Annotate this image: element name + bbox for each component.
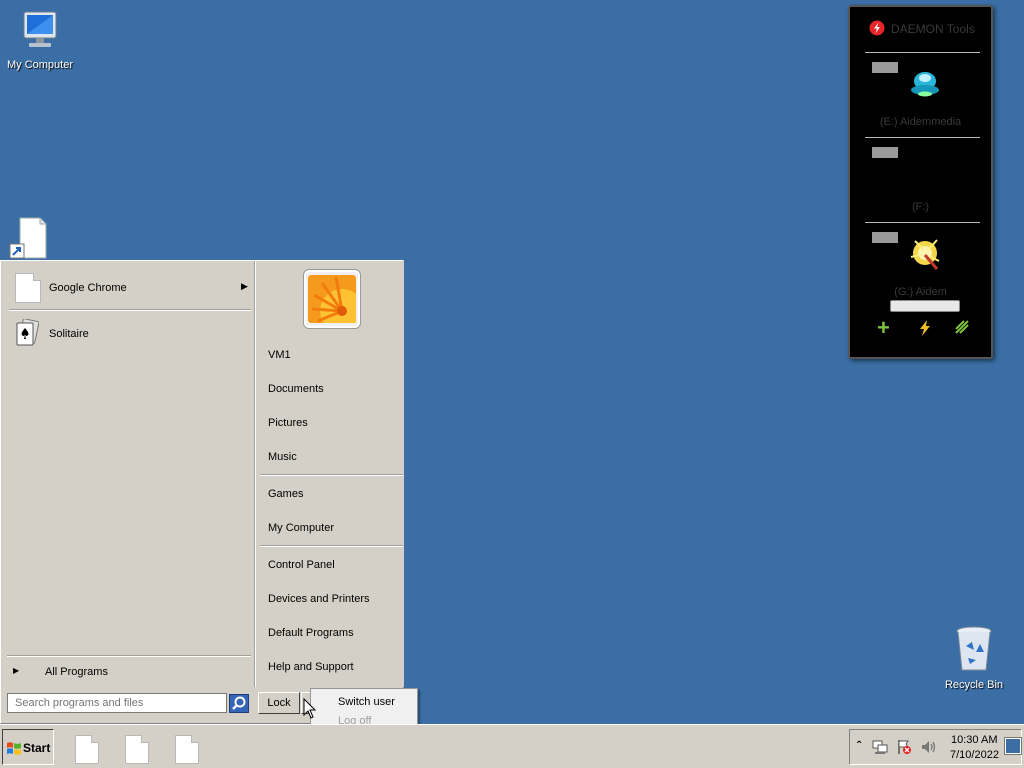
start-label: Start — [23, 741, 51, 755]
chevron-right-icon: ▶ — [13, 666, 20, 675]
quick-mount-icon[interactable] — [918, 319, 932, 337]
my-computer-label: My Computer — [6, 59, 74, 71]
unmount-all-icon[interactable] — [954, 319, 970, 335]
program-label: Solitaire — [49, 328, 89, 340]
mouse-cursor-icon — [303, 698, 317, 719]
lock-button[interactable]: Lock — [258, 692, 300, 714]
place-item-devices-and-printers[interactable]: Devices and Printers — [268, 593, 370, 605]
place-item-default-programs[interactable]: Default Programs — [268, 627, 354, 639]
start-menu-programs-pane: Google Chrome ▶ Solitaire — [3, 263, 253, 687]
drive-f-label: (F:) — [911, 201, 930, 213]
taskbar: Start ⌃ 10:30 AM 7/10/2022 — [0, 724, 1024, 768]
gadget-divider — [865, 137, 980, 138]
flower-avatar-icon — [308, 275, 356, 323]
desktop-icon-shortcut-file[interactable] — [0, 216, 60, 263]
drive-g-badge — [872, 232, 898, 243]
drive-f-badge — [872, 147, 898, 158]
add-drive-icon[interactable]: + — [877, 317, 890, 339]
search-input[interactable] — [7, 693, 227, 713]
start-button[interactable]: Start — [2, 729, 54, 765]
taskbar-file-icon[interactable] — [125, 735, 149, 764]
place-item-documents[interactable]: Documents — [268, 383, 324, 395]
search-icon — [232, 696, 246, 710]
show-desktop-button[interactable] — [1004, 737, 1022, 755]
file-shortcut-icon — [9, 217, 47, 259]
place-item-vm1[interactable]: VM1 — [268, 349, 291, 361]
place-item-control-panel[interactable]: Control Panel — [268, 559, 335, 571]
clock-date[interactable]: 7/10/2022 — [950, 749, 999, 761]
burning-disc-icon[interactable] — [907, 235, 943, 273]
gadget-divider — [865, 52, 980, 53]
all-programs-button[interactable]: ▶ All Programs — [9, 661, 249, 681]
drive-e-label: (E:) Aidemmedia — [879, 116, 962, 128]
place-item-help-and-support[interactable]: Help and Support — [268, 661, 354, 673]
disc-drive-icon[interactable] — [908, 67, 942, 101]
drive-e-badge — [872, 62, 898, 73]
places-divider — [260, 545, 403, 547]
cards-icon — [16, 319, 39, 346]
taskbar-file-icon[interactable] — [175, 735, 199, 764]
computer-icon — [23, 11, 57, 47]
all-programs-divider — [7, 655, 251, 657]
place-item-pictures[interactable]: Pictures — [268, 417, 308, 429]
file-icon — [15, 273, 41, 303]
program-label: Google Chrome — [49, 282, 127, 294]
taskbar-file-icon[interactable] — [75, 735, 99, 764]
system-tray: ⌃ 10:30 AM 7/10/2022 — [849, 729, 1022, 765]
show-hidden-icons-icon[interactable]: ⌃ — [855, 740, 863, 751]
place-item-music[interactable]: Music — [268, 451, 297, 463]
recycle-bin-icon — [956, 626, 992, 671]
search-button[interactable] — [229, 694, 249, 713]
clock-time[interactable]: 10:30 AM — [951, 734, 997, 746]
gadget-divider — [865, 222, 980, 223]
daemon-tools-logo-icon — [869, 20, 885, 36]
action-center-flag-icon[interactable] — [896, 739, 912, 755]
all-programs-label: All Programs — [45, 666, 108, 678]
place-item-my-computer[interactable]: My Computer — [268, 522, 334, 534]
places-divider — [260, 474, 403, 476]
daemon-tools-title: DAEMON Tools — [891, 22, 975, 36]
program-google-chrome[interactable]: Google Chrome ▶ — [11, 269, 251, 305]
start-menu-places-pane: VM1 Documents Pictures Music Games My Co… — [255, 261, 404, 687]
drive-g-label: (G:) Aidem — [894, 286, 947, 298]
recycle-bin-label: Recycle Bin — [944, 679, 1004, 691]
desktop-icon-my-computer[interactable]: My Computer — [0, 10, 80, 71]
user-avatar[interactable] — [303, 269, 361, 329]
place-item-games[interactable]: Games — [268, 488, 303, 500]
network-icon[interactable] — [872, 739, 888, 755]
program-solitaire[interactable]: Solitaire — [11, 315, 251, 351]
volume-icon[interactable] — [920, 739, 938, 755]
start-menu: Google Chrome ▶ Solitaire ▶ All Programs — [0, 260, 404, 724]
chevron-right-icon: ▶ — [241, 281, 248, 291]
daemon-tools-gadget: DAEMON Tools (E:) Aidemmedia (F:) (G:) A… — [848, 5, 993, 359]
windows-flag-icon — [7, 742, 21, 755]
drive-g-progress — [890, 300, 960, 312]
program-divider — [9, 309, 251, 311]
switch-user-menu-item[interactable]: Switch user — [338, 696, 395, 708]
desktop-icon-recycle-bin[interactable]: Recycle Bin — [934, 624, 1014, 691]
